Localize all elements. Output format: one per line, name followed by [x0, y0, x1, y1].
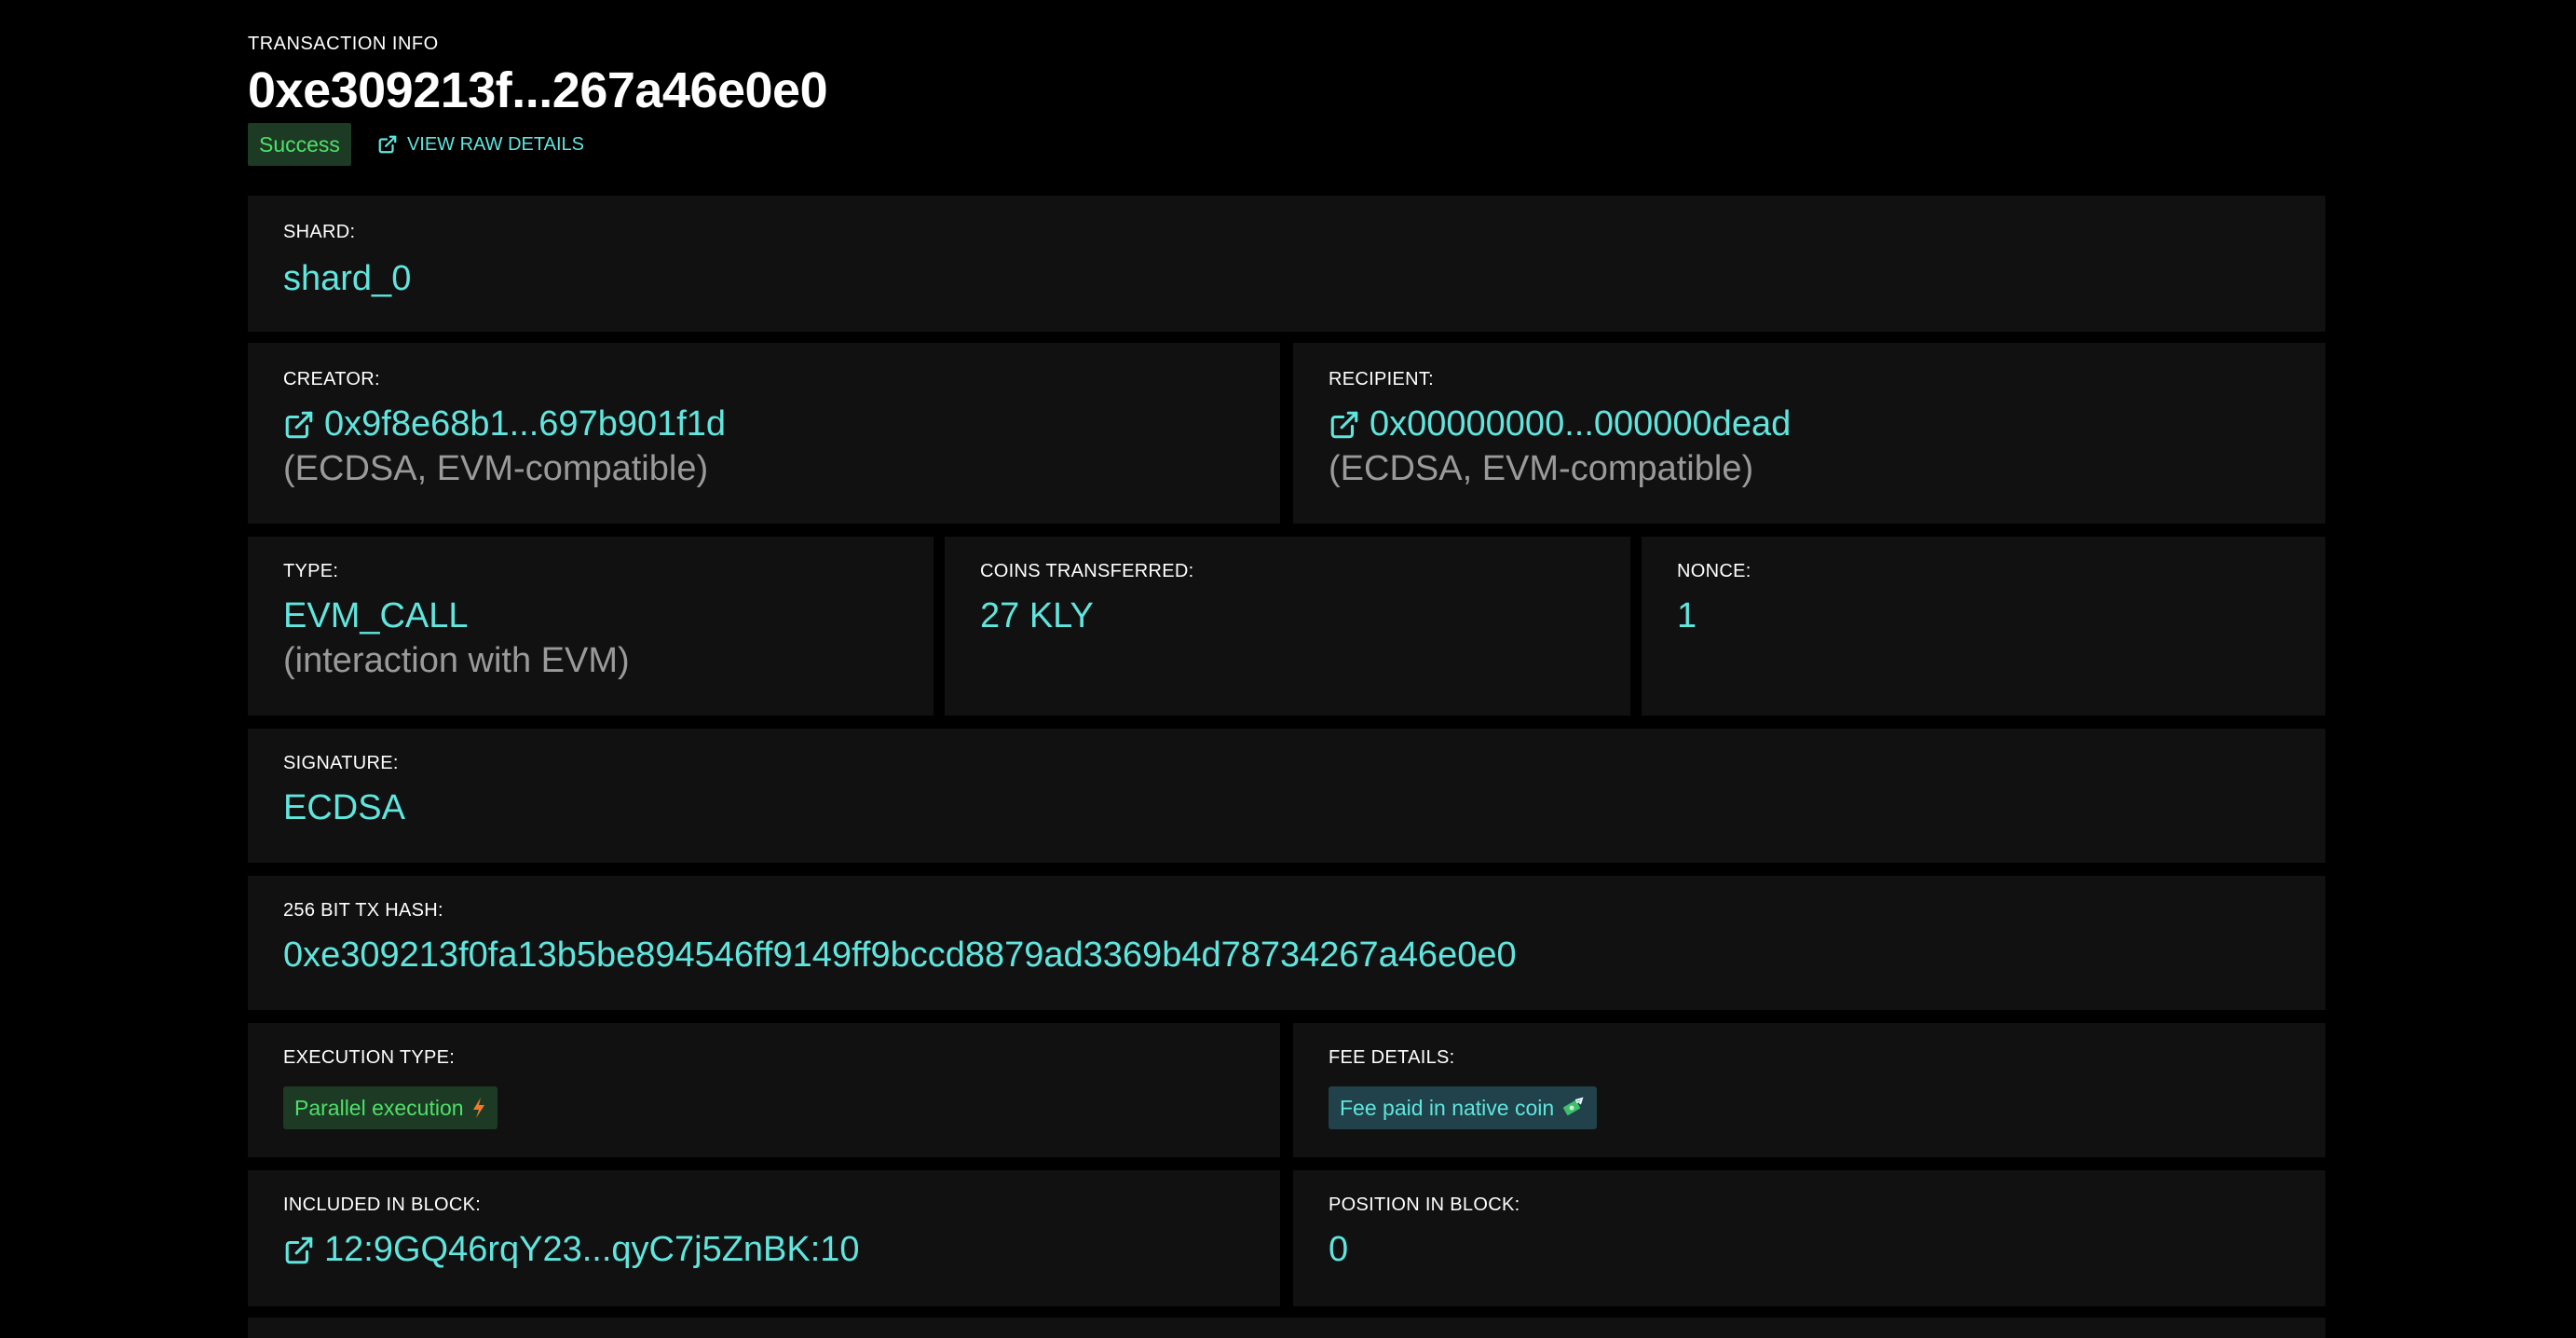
position-label: POSITION IN BLOCK:	[1329, 1195, 1520, 1215]
block-label: INCLUDED IN BLOCK:	[283, 1195, 482, 1215]
external-link-icon	[377, 134, 398, 155]
position-value: 0	[1329, 1230, 1349, 1269]
execution-value: Parallel execution	[294, 1096, 464, 1120]
next-card	[248, 1318, 2325, 1338]
signature-card: SIGNATURE: ECDSA	[248, 729, 2325, 863]
type-value: EVM_CALL	[283, 596, 469, 635]
creator-card: CREATOR: 0x9f8e68b1...697b901f1d (ECDSA,…	[248, 343, 1280, 524]
status-badge: Success	[248, 123, 351, 166]
nonce-card: NONCE: 1	[1642, 537, 2325, 716]
signature-value: ECDSA	[283, 788, 405, 827]
type-note: (interaction with EVM)	[283, 641, 630, 680]
fee-value: Fee paid in native coin	[1340, 1096, 1555, 1120]
execution-badge: Parallel execution	[283, 1086, 497, 1129]
fee-label: FEE DETAILS:	[1329, 1047, 1455, 1068]
recipient-label: RECIPIENT:	[1329, 369, 1435, 389]
creator-label: CREATOR:	[283, 369, 380, 389]
creator-note: (ECDSA, EVM-compatible)	[283, 449, 709, 488]
external-link-icon	[283, 409, 315, 441]
view-raw-details-link[interactable]: VIEW RAW DETAILS	[377, 134, 584, 156]
external-link-icon	[1329, 409, 1360, 441]
coins-label: COINS TRANSFERRED:	[980, 561, 1194, 581]
nonce-value: 1	[1677, 596, 1697, 635]
nonce-label: NONCE:	[1677, 561, 1751, 581]
status-row: Success VIEW RAW DETAILS	[248, 123, 584, 166]
block-link[interactable]: 12:9GQ46rqY23...qyC7j5ZnBK:10	[283, 1230, 860, 1270]
view-raw-details-label: VIEW RAW DETAILS	[406, 133, 584, 155]
page-title: 0xe309213f...267a46e0e0	[248, 62, 828, 118]
recipient-note: (ECDSA, EVM-compatible)	[1329, 449, 1754, 488]
creator-address: 0x9f8e68b1...697b901f1d	[324, 404, 727, 444]
tx-hash-value: 0xe309213f0fa13b5be894546ff9149ff9bccd88…	[283, 935, 1517, 975]
lightning-icon	[471, 1097, 486, 1119]
money-icon	[1561, 1097, 1586, 1119]
external-link-icon	[283, 1235, 315, 1266]
creator-address-link[interactable]: 0x9f8e68b1...697b901f1d	[283, 404, 726, 444]
type-label: TYPE:	[283, 561, 339, 581]
block-value: 12:9GQ46rqY23...qyC7j5ZnBK:10	[324, 1230, 860, 1269]
shard-label: SHARD:	[283, 222, 356, 242]
position-card: POSITION IN BLOCK: 0	[1293, 1170, 2325, 1306]
execution-card: EXECUTION TYPE: Parallel execution	[248, 1023, 1280, 1157]
fee-badge: Fee paid in native coin	[1329, 1086, 1598, 1129]
type-card: TYPE: EVM_CALL (interaction with EVM)	[248, 537, 934, 716]
recipient-address-link[interactable]: 0x00000000...000000dead	[1329, 404, 1791, 444]
tx-hash-card: 256 BIT TX HASH: 0xe309213f0fa13b5be8945…	[248, 876, 2325, 1010]
execution-label: EXECUTION TYPE:	[283, 1047, 456, 1068]
shard-value: shard_0	[283, 259, 412, 298]
coins-card: COINS TRANSFERRED: 27 KLY	[945, 537, 1630, 716]
signature-label: SIGNATURE:	[283, 753, 399, 773]
coins-value: 27 KLY	[980, 596, 1094, 635]
recipient-address: 0x00000000...000000dead	[1370, 404, 1792, 444]
recipient-card: RECIPIENT: 0x00000000...000000dead (ECDS…	[1293, 343, 2325, 524]
shard-card: SHARD: shard_0	[248, 196, 2325, 332]
fee-card: FEE DETAILS: Fee paid in native coin	[1293, 1023, 2325, 1157]
page-eyebrow: TRANSACTION INFO	[248, 34, 439, 54]
block-card: INCLUDED IN BLOCK: 12:9GQ46rqY23...qyC7j…	[248, 1170, 1280, 1306]
tx-hash-label: 256 BIT TX HASH:	[283, 900, 443, 921]
